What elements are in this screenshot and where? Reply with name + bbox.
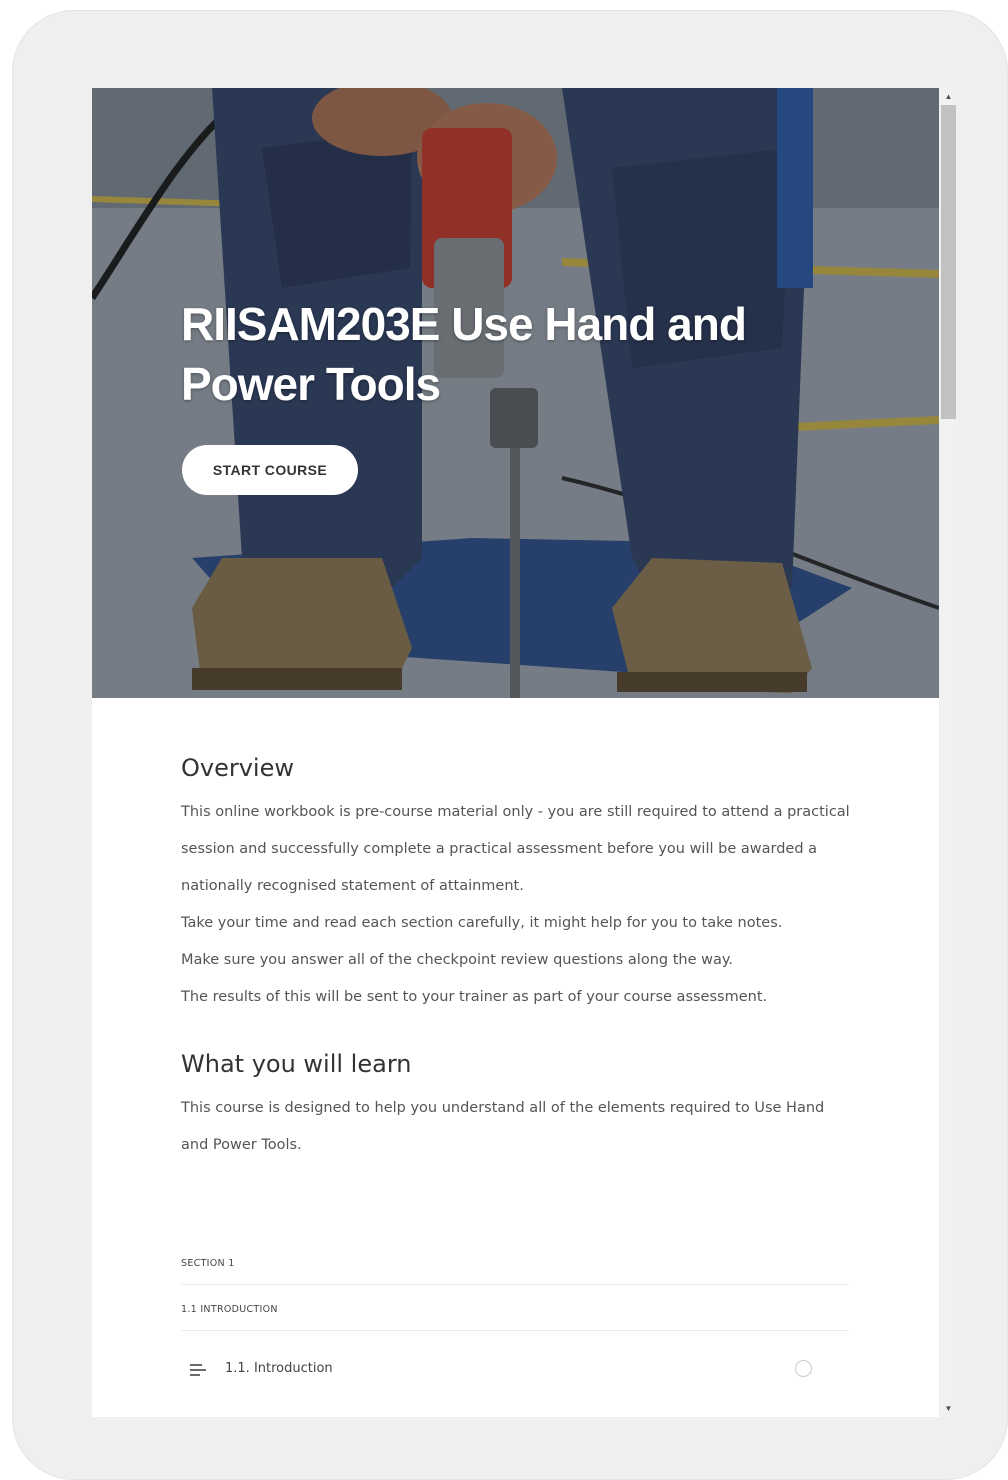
overview-line: The results of this will be sent to your… bbox=[181, 989, 768, 1005]
overview-line: This online workbook is pre-course mater… bbox=[181, 804, 850, 894]
start-course-button[interactable]: START COURSE bbox=[182, 445, 358, 495]
learn-text: This course is designed to help you unde… bbox=[181, 1100, 825, 1153]
learn-heading: What you will learn bbox=[181, 1050, 412, 1078]
overview-line: Make sure you answer all of the checkpoi… bbox=[181, 952, 733, 968]
lesson-row[interactable]: 1.1. Introduction bbox=[181, 1350, 849, 1406]
scroll-thumb[interactable] bbox=[941, 105, 956, 419]
subsection-label: 1.1 INTRODUCTION bbox=[181, 1304, 278, 1315]
scroll-up-arrow-icon[interactable]: ▲ bbox=[939, 88, 958, 105]
section-label: SECTION 1 bbox=[181, 1258, 235, 1269]
circle-outline-icon bbox=[795, 1360, 812, 1377]
overview-text: This online workbook is pre-course mater… bbox=[181, 794, 851, 1016]
tablet-frame: RIISAM203E Use Hand and Power Tools STAR… bbox=[12, 10, 1008, 1480]
divider bbox=[181, 1330, 849, 1331]
course-title: RIISAM203E Use Hand and Power Tools bbox=[181, 298, 747, 410]
hero-banner: RIISAM203E Use Hand and Power Tools STAR… bbox=[92, 88, 939, 698]
course-page: RIISAM203E Use Hand and Power Tools STAR… bbox=[92, 88, 958, 1417]
scroll-down-arrow-icon[interactable]: ▼ bbox=[939, 1400, 958, 1417]
lesson-title: 1.1. Introduction bbox=[225, 1361, 333, 1376]
text-lines-icon bbox=[190, 1364, 206, 1378]
overview-heading: Overview bbox=[181, 754, 294, 782]
divider bbox=[181, 1284, 849, 1285]
vertical-scrollbar[interactable]: ▲ ▼ bbox=[939, 88, 958, 1417]
overview-line: Take your time and read each section car… bbox=[181, 915, 783, 931]
